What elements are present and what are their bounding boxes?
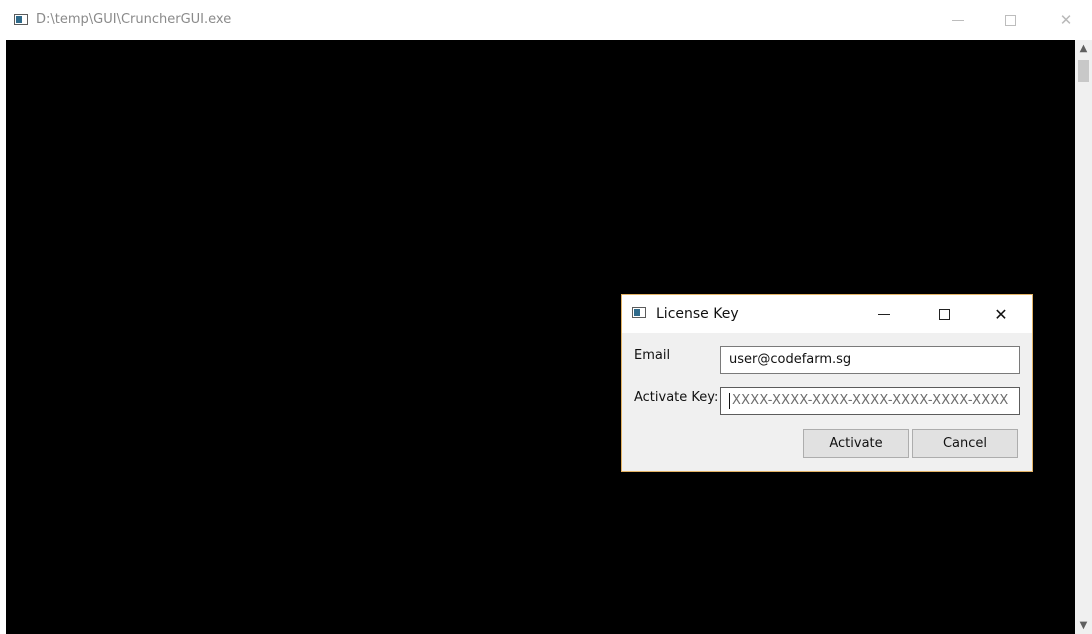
- chevron-up-icon: ▲: [1079, 43, 1088, 54]
- window-title: D:\temp\GUI\CruncherGUI.exe: [36, 12, 232, 27]
- close-icon: ✕: [994, 304, 1008, 324]
- maximize-icon: [1004, 14, 1016, 26]
- dialog-app-icon: [632, 307, 646, 318]
- activate-key-placeholder: XXXX-XXXX-XXXX-XXXX-XXXX-XXXX-XXXX: [732, 393, 1009, 408]
- dialog-close-button[interactable]: ✕: [986, 301, 1016, 327]
- email-value: user@codefarm.sg: [729, 352, 852, 367]
- minimize-button[interactable]: [942, 6, 974, 34]
- scroll-thumb[interactable]: [1078, 60, 1089, 82]
- dialog-minimize-button[interactable]: [869, 301, 899, 327]
- scroll-down-button[interactable]: ▼: [1075, 617, 1092, 634]
- chevron-down-icon: ▼: [1079, 620, 1088, 631]
- scroll-up-button[interactable]: ▲: [1075, 40, 1092, 57]
- activate-key-label: Activate Key:: [634, 390, 719, 405]
- activate-button[interactable]: Activate: [803, 429, 909, 458]
- email-field[interactable]: user@codefarm.sg: [720, 346, 1020, 374]
- close-icon: ✕: [1059, 10, 1073, 29]
- vertical-scrollbar[interactable]: ▲ ▼: [1075, 40, 1092, 634]
- dialog-titlebar[interactable]: License Key ✕: [622, 295, 1032, 333]
- maximize-button[interactable]: [994, 6, 1026, 34]
- cancel-button[interactable]: Cancel: [912, 429, 1018, 458]
- email-label: Email: [634, 348, 671, 363]
- minimize-icon: [952, 19, 964, 21]
- dialog-title: License Key: [656, 306, 739, 322]
- activate-key-input[interactable]: XXXX-XXXX-XXXX-XXXX-XXXX-XXXX-XXXX: [720, 387, 1020, 415]
- text-caret: [729, 392, 730, 409]
- dialog-maximize-button[interactable]: [929, 301, 959, 327]
- minimize-icon: [878, 313, 890, 315]
- license-key-dialog: License Key ✕ Email user@codefarm.sg Act…: [621, 294, 1033, 472]
- window-titlebar[interactable]: D:\temp\GUI\CruncherGUI.exe ✕: [0, 0, 1092, 40]
- maximize-icon: [938, 308, 950, 320]
- close-button[interactable]: ✕: [1050, 6, 1082, 34]
- app-icon: [14, 14, 28, 25]
